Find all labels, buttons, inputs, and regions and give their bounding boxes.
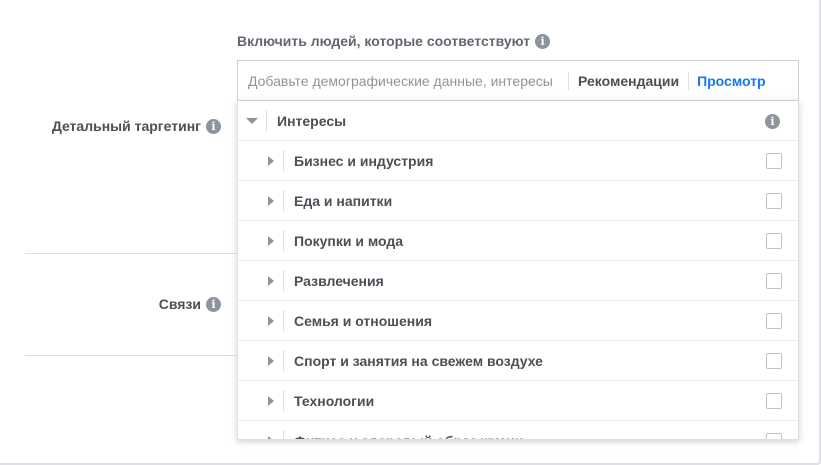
info-icon[interactable]: i [206, 118, 221, 134]
browse-dropdown: Интересы i Бизнес и индустрия Еда и напит… [237, 100, 799, 440]
subcategory-checkbox[interactable] [766, 313, 782, 329]
item-divider [283, 309, 284, 332]
section-divider [25, 253, 237, 254]
interest-subcategory-label: Бизнес и индустрия [294, 152, 434, 169]
interest-subcategory-label: Семья и отношения [294, 312, 432, 329]
interest-subcategory-row[interactable]: Спорт и занятия на свежем воздухе [238, 341, 798, 381]
subcategory-checkbox[interactable] [766, 393, 782, 409]
include-people-heading: Включить людей, которые соответствуют i [237, 31, 551, 51]
interest-subcategory-row[interactable]: Фитнес и здоровый образ жизни [238, 421, 798, 440]
triangle-down-icon[interactable] [246, 117, 258, 124]
targeting-search-box: Рекомендации Просмотр [237, 60, 799, 100]
triangle-right-icon[interactable] [268, 435, 274, 439]
interest-subcategory-row[interactable]: Бизнес и индустрия [238, 141, 798, 181]
info-icon[interactable]: i [765, 114, 780, 129]
interest-subcategory-label: Фитнес и здоровый образ жизни [294, 433, 523, 440]
subcategory-checkbox[interactable] [766, 193, 782, 209]
triangle-right-icon[interactable] [268, 195, 274, 206]
interest-subcategory-row[interactable]: Покупки и мода [238, 221, 798, 261]
subcategory-checkbox[interactable] [766, 233, 782, 249]
section-divider [25, 355, 237, 356]
include-people-label: Включить людей, которые соответствуют [237, 33, 531, 49]
interest-subcategory-row[interactable]: Еда и напитки [238, 181, 798, 221]
interest-subcategory-list: Бизнес и индустрия Еда и напитки Покупки и… [238, 141, 798, 440]
triangle-right-icon[interactable] [268, 315, 274, 326]
interest-subcategory-label: Развлечения [294, 272, 384, 289]
interest-subcategory-label: Еда и напитки [294, 192, 393, 209]
item-divider [283, 189, 284, 212]
item-divider [283, 389, 284, 412]
subcategory-checkbox[interactable] [766, 353, 782, 369]
subcategory-checkbox[interactable] [766, 433, 782, 439]
interest-subcategory-label: Спорт и занятия на свежем воздухе [294, 352, 543, 369]
interest-subcategory-row[interactable]: Технологии [238, 381, 798, 421]
header-divider [266, 109, 267, 132]
detailed-targeting-label: Детальный таргетинг [51, 118, 201, 134]
triangle-right-icon[interactable] [268, 355, 274, 366]
item-divider [283, 269, 284, 292]
triangle-right-icon[interactable] [268, 275, 274, 286]
triangle-right-icon[interactable] [268, 155, 274, 166]
targeting-search-input[interactable] [238, 61, 568, 100]
subcategory-checkbox[interactable] [766, 273, 782, 289]
triangle-right-icon[interactable] [268, 235, 274, 246]
connections-label: Связи [158, 296, 201, 312]
interest-subcategory-label: Технологии [294, 392, 375, 409]
interest-subcategory-row[interactable]: Развлечения [238, 261, 798, 301]
interests-category-label: Интересы [277, 112, 347, 129]
triangle-right-icon[interactable] [268, 395, 274, 406]
subcategory-checkbox[interactable] [766, 153, 782, 169]
item-divider [283, 429, 284, 439]
interest-subcategory-row[interactable]: Семья и отношения [238, 301, 798, 341]
item-divider [283, 149, 284, 172]
item-divider [283, 349, 284, 372]
info-icon[interactable]: i [206, 296, 221, 312]
connections-row-label: Связи i [159, 294, 221, 314]
item-divider [283, 229, 284, 252]
interests-category-header[interactable]: Интересы i [238, 101, 798, 141]
recommendations-button[interactable]: Рекомендации [569, 73, 688, 89]
interest-subcategory-label: Покупки и мода [294, 232, 404, 249]
detailed-targeting-row-label: Детальный таргетинг i [52, 116, 221, 136]
info-icon[interactable]: i [535, 33, 551, 49]
browse-button[interactable]: Просмотр [689, 73, 774, 89]
